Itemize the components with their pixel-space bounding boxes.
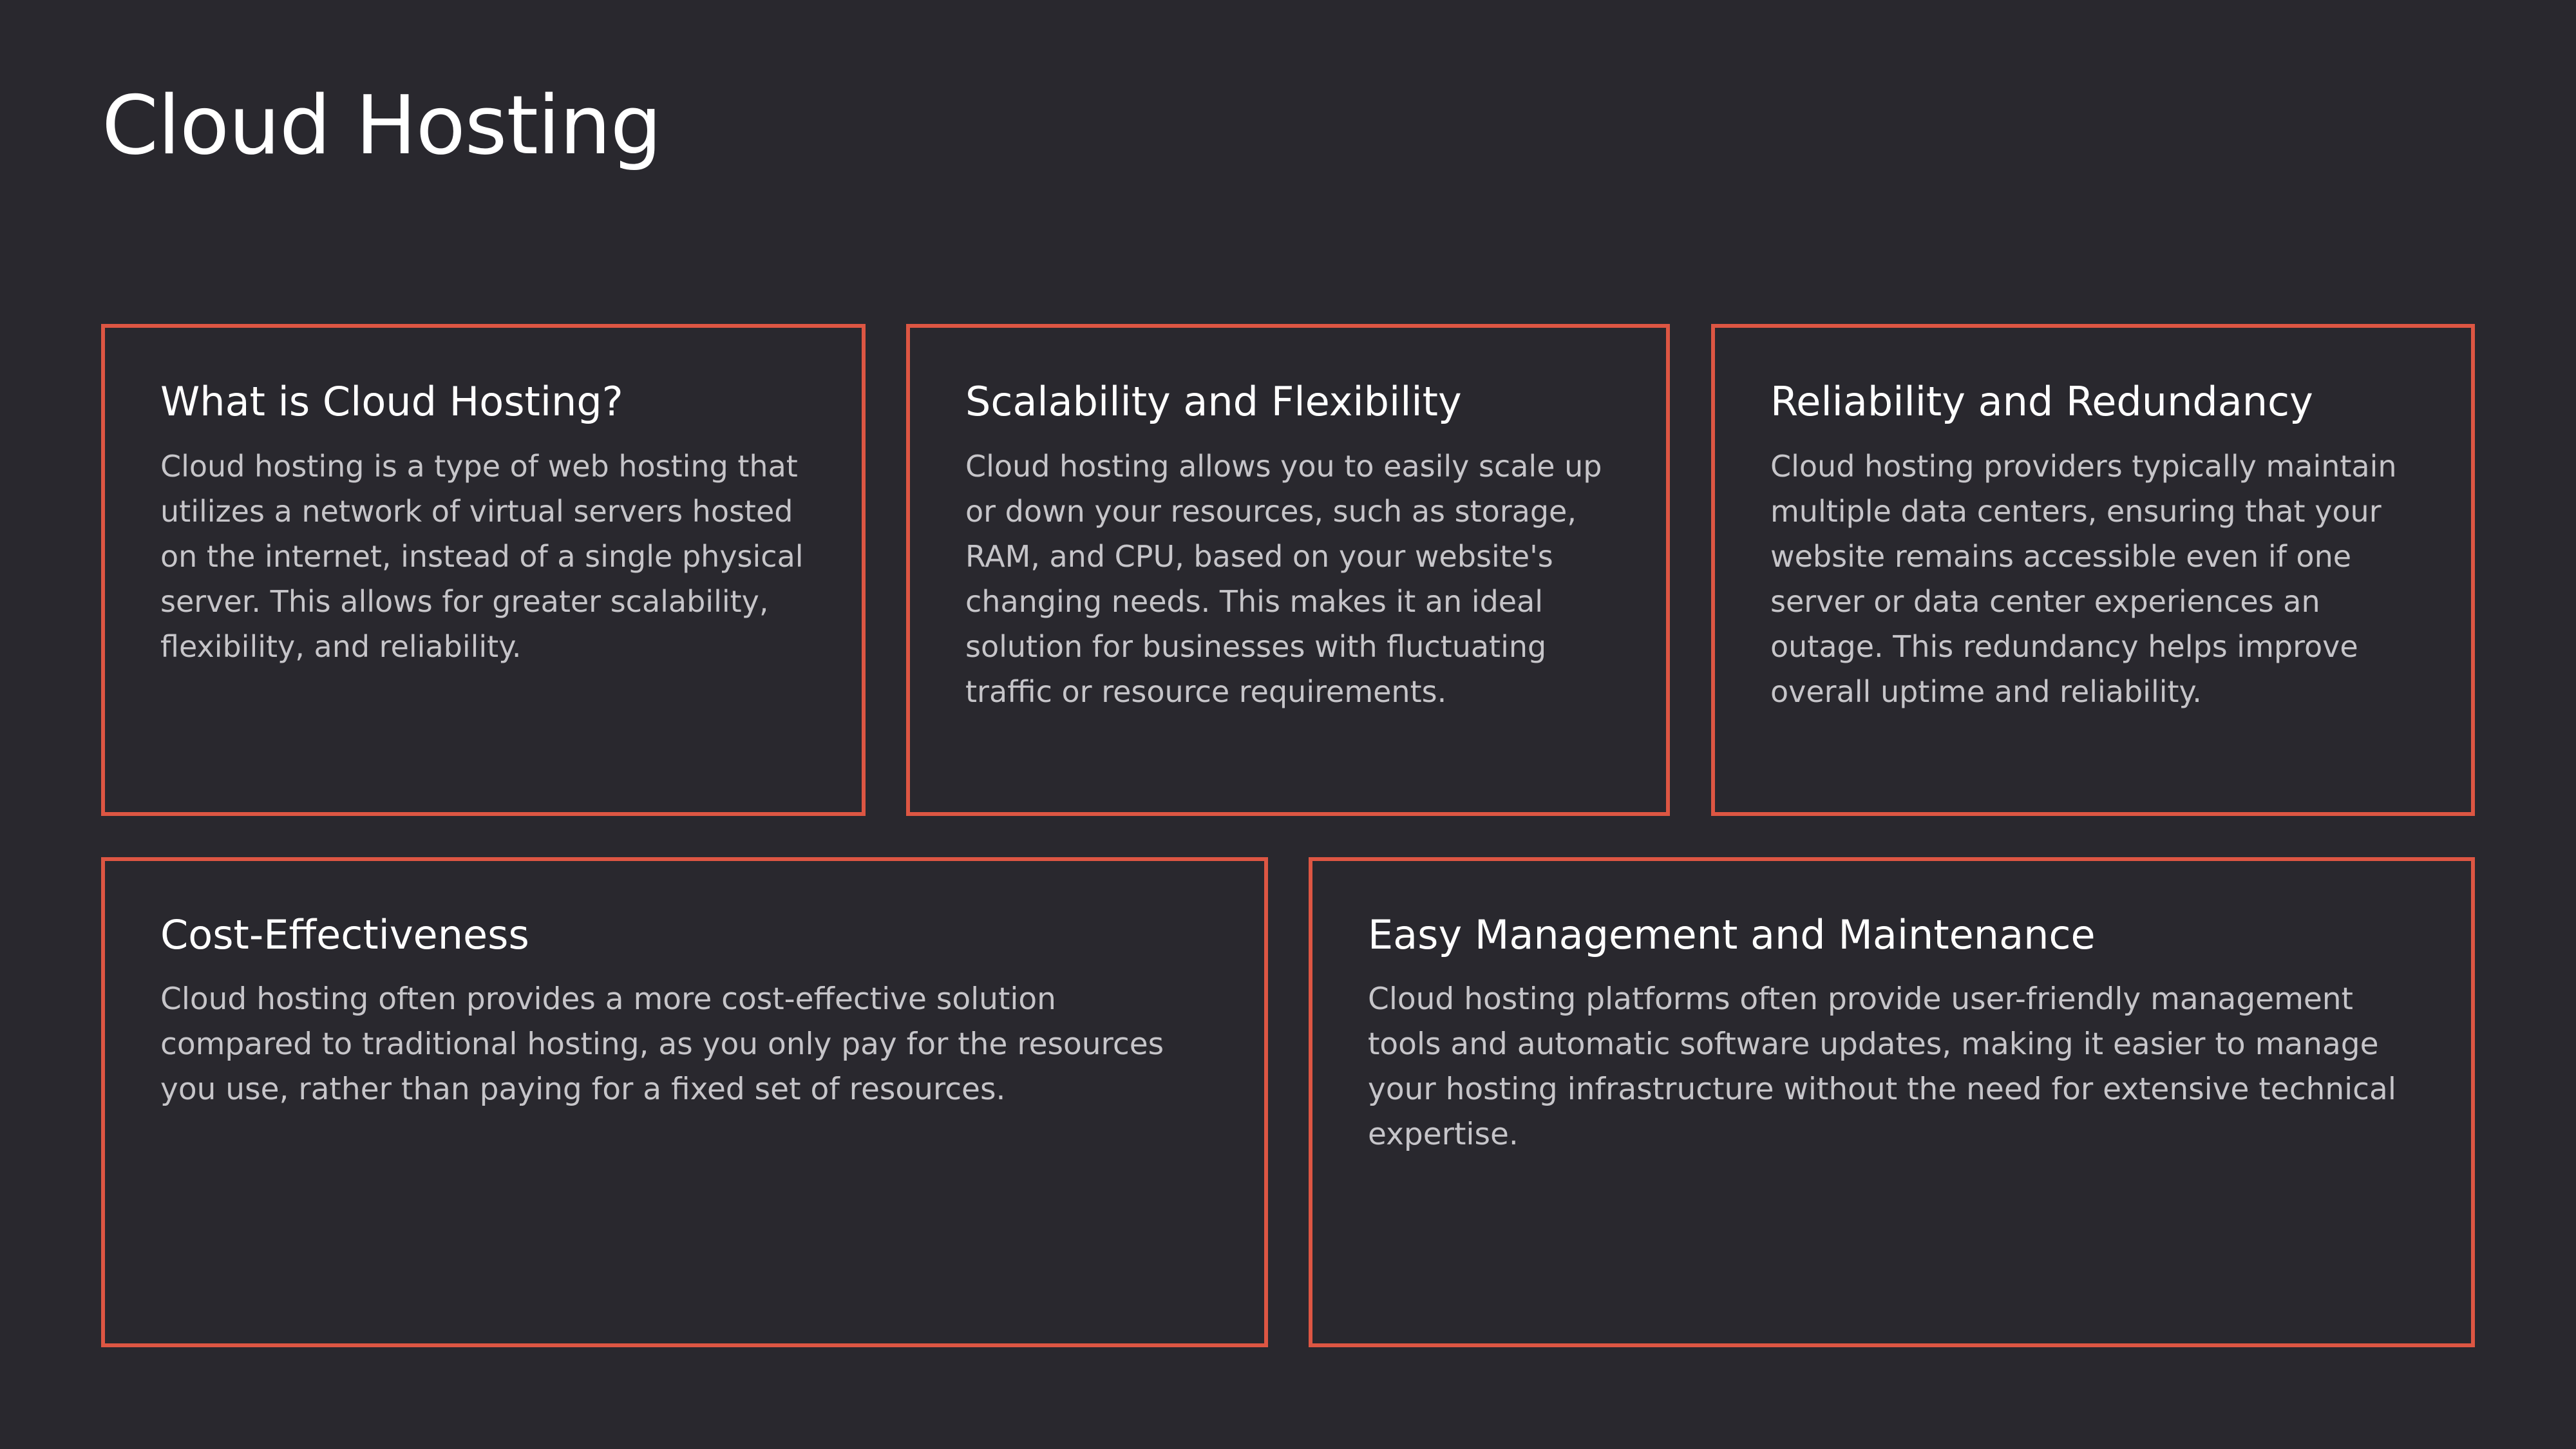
card-heading: Cost-Effectiveness xyxy=(160,911,529,958)
card-heading: Reliability and Redundancy xyxy=(1770,378,2313,425)
card-body: Cloud hosting is a type of web hosting t… xyxy=(160,449,804,665)
card-body: Cloud hosting platforms often provide us… xyxy=(1368,981,2396,1153)
card-cost-effectiveness: Cost-Effectiveness Cloud hosting often p… xyxy=(101,857,1268,1347)
card-heading: Easy Management and Maintenance xyxy=(1368,911,2096,958)
card-scalability-and-flexibility: Scalability and Flexibility Cloud hostin… xyxy=(906,324,1670,816)
card-body: Cloud hosting providers typically mainta… xyxy=(1770,449,2397,710)
card-easy-management-and-maintenance: Easy Management and Maintenance Cloud ho… xyxy=(1309,857,2475,1347)
card-body: Cloud hosting often provides a more cost… xyxy=(160,981,1164,1108)
slide-title: Cloud Hosting xyxy=(102,78,662,173)
card-heading: What is Cloud Hosting? xyxy=(160,378,623,425)
card-reliability-and-redundancy: Reliability and Redundancy Cloud hosting… xyxy=(1711,324,2475,816)
card-heading: Scalability and Flexibility xyxy=(965,378,1462,425)
card-what-is-cloud-hosting: What is Cloud Hosting? Cloud hosting is … xyxy=(101,324,866,816)
card-body: Cloud hosting allows you to easily scale… xyxy=(965,449,1602,710)
